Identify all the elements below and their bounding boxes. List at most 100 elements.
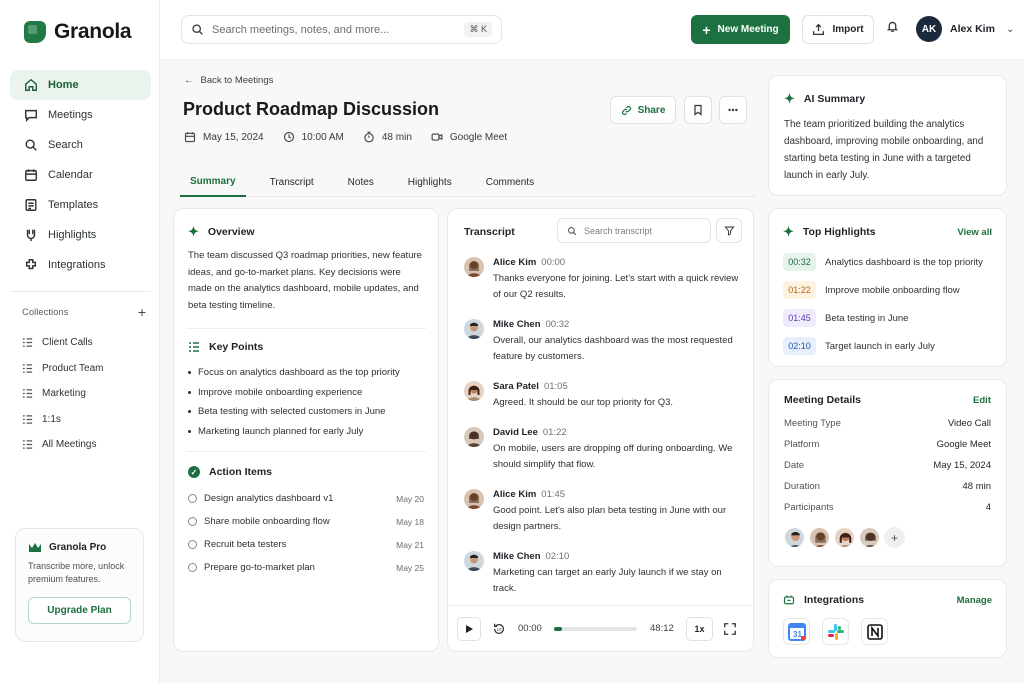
meeting-details-card: Meeting Details Edit Meeting Type Video … [768, 379, 1007, 567]
global-search-input[interactable]: Search meetings, notes, and more... ⌘ K [181, 15, 502, 44]
collection-item[interactable]: Product Team [22, 356, 104, 382]
collection-item[interactable]: Marketing [22, 381, 104, 407]
tab-notes[interactable]: Notes [338, 167, 384, 197]
play-button[interactable] [457, 617, 481, 641]
add-collection-button[interactable]: + [138, 305, 146, 319]
bookmark-button[interactable] [684, 96, 712, 124]
avatar[interactable] [784, 527, 805, 548]
action-item[interactable]: Share mobile onboarding flow May 18 [188, 510, 424, 533]
sidebar-item-label: Home [48, 79, 79, 91]
link-icon [621, 105, 631, 115]
chevron-down-icon: ⌄ [1005, 23, 1015, 35]
key-points-header: Key Points [188, 341, 424, 353]
sidebar-item-label: Meetings [48, 109, 93, 121]
audio-player: 10 00:00 48:12 1x [448, 605, 753, 652]
avatar[interactable] [859, 527, 880, 548]
google-calendar-icon[interactable]: 31 [783, 618, 810, 645]
edit-link[interactable]: Edit [973, 395, 991, 406]
detail-row: Duration 48 min [784, 476, 991, 497]
transcript-message[interactable]: Alice Kim 01:45 Good point. Let's also pl… [464, 488, 744, 536]
progress-slider[interactable] [554, 627, 637, 631]
list-item: Focus on analytics dashboard as the top … [188, 363, 424, 383]
integrations-icon [25, 259, 37, 270]
share-button[interactable]: Share [610, 96, 676, 124]
transcript-search-input[interactable]: Search transcript [557, 218, 711, 243]
sidebar: Granola Home Meetings Search Calendar Te… [0, 0, 160, 683]
transcript-message[interactable]: Sara Patel 01:05 Agreed. It should be our… [464, 380, 744, 412]
message-text: On mobile, users are dropping off during… [493, 443, 733, 470]
collection-item[interactable]: 1:1s [22, 407, 104, 433]
back-link[interactable]: ← Back to Meetings [184, 75, 273, 86]
crown-icon [29, 543, 41, 552]
action-item[interactable]: Recruit beta testers May 21 [188, 533, 424, 556]
highlight-text: Target launch in early July [825, 340, 935, 352]
detail-label: Participants [784, 502, 834, 513]
checkbox[interactable] [188, 517, 197, 526]
sidebar-item-search[interactable]: Search [10, 130, 151, 160]
transcript-message[interactable]: Mike Chen 02:10 Marketing can target an e… [464, 550, 744, 598]
new-meeting-button[interactable]: + New Meeting [691, 15, 790, 44]
sidebar-item-calendar[interactable]: Calendar [10, 160, 151, 190]
notifications-button[interactable] [886, 20, 899, 36]
sparkle-icon: ✦ [783, 224, 794, 239]
integrations-icon [783, 595, 795, 605]
more-options-button[interactable] [719, 96, 747, 124]
collection-item[interactable]: All Meetings [22, 432, 104, 458]
transcript-title: Transcript [464, 226, 515, 238]
upgrade-plan-button[interactable]: Upgrade Plan [28, 597, 131, 624]
checkbox[interactable] [188, 494, 197, 503]
detail-value: May 15, 2024 [933, 460, 991, 471]
pro-card: Granola Pro Transcribe more, unlock prem… [15, 528, 144, 642]
search-icon [192, 24, 203, 35]
action-item-date: May 18 [396, 516, 424, 527]
user-name: Alex Kim [950, 23, 995, 35]
logo[interactable]: Granola [24, 20, 132, 44]
home-icon [25, 78, 37, 91]
tab-comments[interactable]: Comments [476, 167, 544, 197]
sidebar-item-meetings[interactable]: Meetings [10, 100, 151, 130]
sidebar-item-integrations[interactable]: Integrations [10, 250, 151, 280]
transcript-message[interactable]: Alice Kim 00:00 Thanks everyone for joini… [464, 256, 744, 304]
user-menu[interactable]: AK Alex Kim ⌄ [916, 16, 1014, 42]
transcript-message[interactable]: David Lee 01:22 On mobile, users are drop… [464, 426, 744, 474]
avatar [464, 551, 484, 571]
sparkle-icon: ✦ [188, 224, 199, 239]
avatar[interactable] [834, 527, 855, 548]
sidebar-item-label: Search [48, 139, 83, 151]
import-button[interactable]: Import [802, 15, 874, 44]
sidebar-item-highlights[interactable]: Highlights [10, 220, 151, 250]
tab-summary[interactable]: Summary [180, 167, 246, 197]
action-item[interactable]: Prepare go-to-market plan May 25 [188, 556, 424, 579]
fullscreen-icon[interactable] [723, 622, 737, 636]
notion-icon[interactable] [861, 618, 888, 645]
highlight-text: Analytics dashboard is the top priority [825, 256, 983, 268]
add-participant-button[interactable]: + [884, 527, 905, 548]
highlight-item[interactable]: 00:32 Analytics dashboard is the top pri… [783, 248, 992, 276]
checkbox[interactable] [188, 540, 197, 549]
playback-speed-button[interactable]: 1x [686, 617, 713, 641]
highlights-list: 00:32 Analytics dashboard is the top pri… [783, 248, 992, 360]
highlight-item[interactable]: 02:10 Target launch in early July [783, 332, 992, 360]
collection-item[interactable]: Client Calls [22, 330, 104, 356]
view-all-link[interactable]: View all [957, 227, 992, 238]
action-item[interactable]: Design analytics dashboard v1 May 20 [188, 487, 424, 510]
highlight-item[interactable]: 01:22 Improve mobile onboarding flow [783, 276, 992, 304]
sidebar-item-label: Templates [48, 199, 99, 211]
tab-transcript[interactable]: Transcript [260, 167, 324, 197]
highlight-item[interactable]: 01:45 Beta testing in June [783, 304, 992, 332]
total-time: 48:12 [650, 623, 674, 634]
filter-button[interactable] [716, 218, 742, 243]
checkbox[interactable] [188, 563, 197, 572]
import-label: Import [832, 24, 864, 35]
slack-icon[interactable] [822, 618, 849, 645]
search-icon [568, 226, 577, 235]
pro-title-text: Granola Pro [49, 542, 107, 553]
rewind-icon[interactable]: 10 [492, 622, 506, 636]
sidebar-item-templates[interactable]: Templates [10, 190, 151, 220]
sidebar-item-home[interactable]: Home [10, 70, 151, 100]
avatar[interactable] [809, 527, 830, 548]
transcript-message[interactable]: Mike Chen 00:32 Overall, our analytics da… [464, 318, 744, 366]
highlight-time: 00:32 [783, 253, 816, 271]
tab-highlights[interactable]: Highlights [398, 167, 462, 197]
manage-link[interactable]: Manage [957, 595, 992, 606]
